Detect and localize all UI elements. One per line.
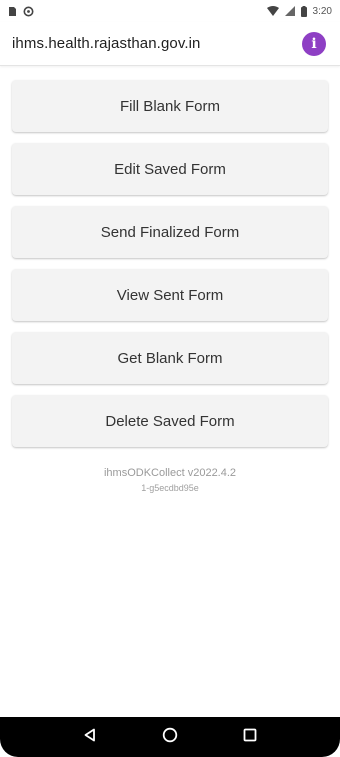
info-button[interactable]: i xyxy=(302,31,326,56)
wifi-icon xyxy=(266,6,279,16)
send-finalized-form-button[interactable]: Send Finalized Form xyxy=(12,206,328,258)
recents-button[interactable] xyxy=(237,724,263,750)
get-blank-form-button[interactable]: Get Blank Form xyxy=(12,332,328,384)
app-title: ihms.health.rajasthan.gov.in xyxy=(12,35,201,52)
sim-card-icon xyxy=(8,6,17,17)
status-bar: 3:20 xyxy=(0,0,340,22)
back-icon xyxy=(83,728,97,747)
recents-icon xyxy=(243,728,257,747)
main-menu: Fill Blank Form Edit Saved Form Send Fin… xyxy=(12,80,328,447)
status-left xyxy=(8,6,34,17)
fill-blank-form-button[interactable]: Fill Blank Form xyxy=(12,80,328,132)
version-info: ihmsODKCollect v2022.4.2 1-g5ecdbd95e xyxy=(0,466,340,496)
navigation-bar xyxy=(0,717,340,757)
version-text: ihmsODKCollect v2022.4.2 xyxy=(103,467,237,479)
app-bar: ihms.health.rajasthan.gov.in i xyxy=(0,22,340,66)
home-icon xyxy=(162,727,178,748)
status-time: 3:20 xyxy=(312,5,332,17)
status-right: 3:20 xyxy=(266,5,332,17)
home-button[interactable] xyxy=(157,724,183,750)
build-hash-text: 1-g5ecdbd95e xyxy=(141,483,199,493)
delete-saved-form-button[interactable]: Delete Saved Form xyxy=(12,395,328,447)
signal-icon xyxy=(284,6,295,16)
back-button[interactable] xyxy=(77,724,103,750)
battery-icon xyxy=(300,5,307,17)
info-icon: i xyxy=(311,35,317,52)
sync-icon xyxy=(23,6,34,17)
edit-saved-form-button[interactable]: Edit Saved Form xyxy=(12,143,328,195)
view-sent-form-button[interactable]: View Sent Form xyxy=(12,269,328,321)
